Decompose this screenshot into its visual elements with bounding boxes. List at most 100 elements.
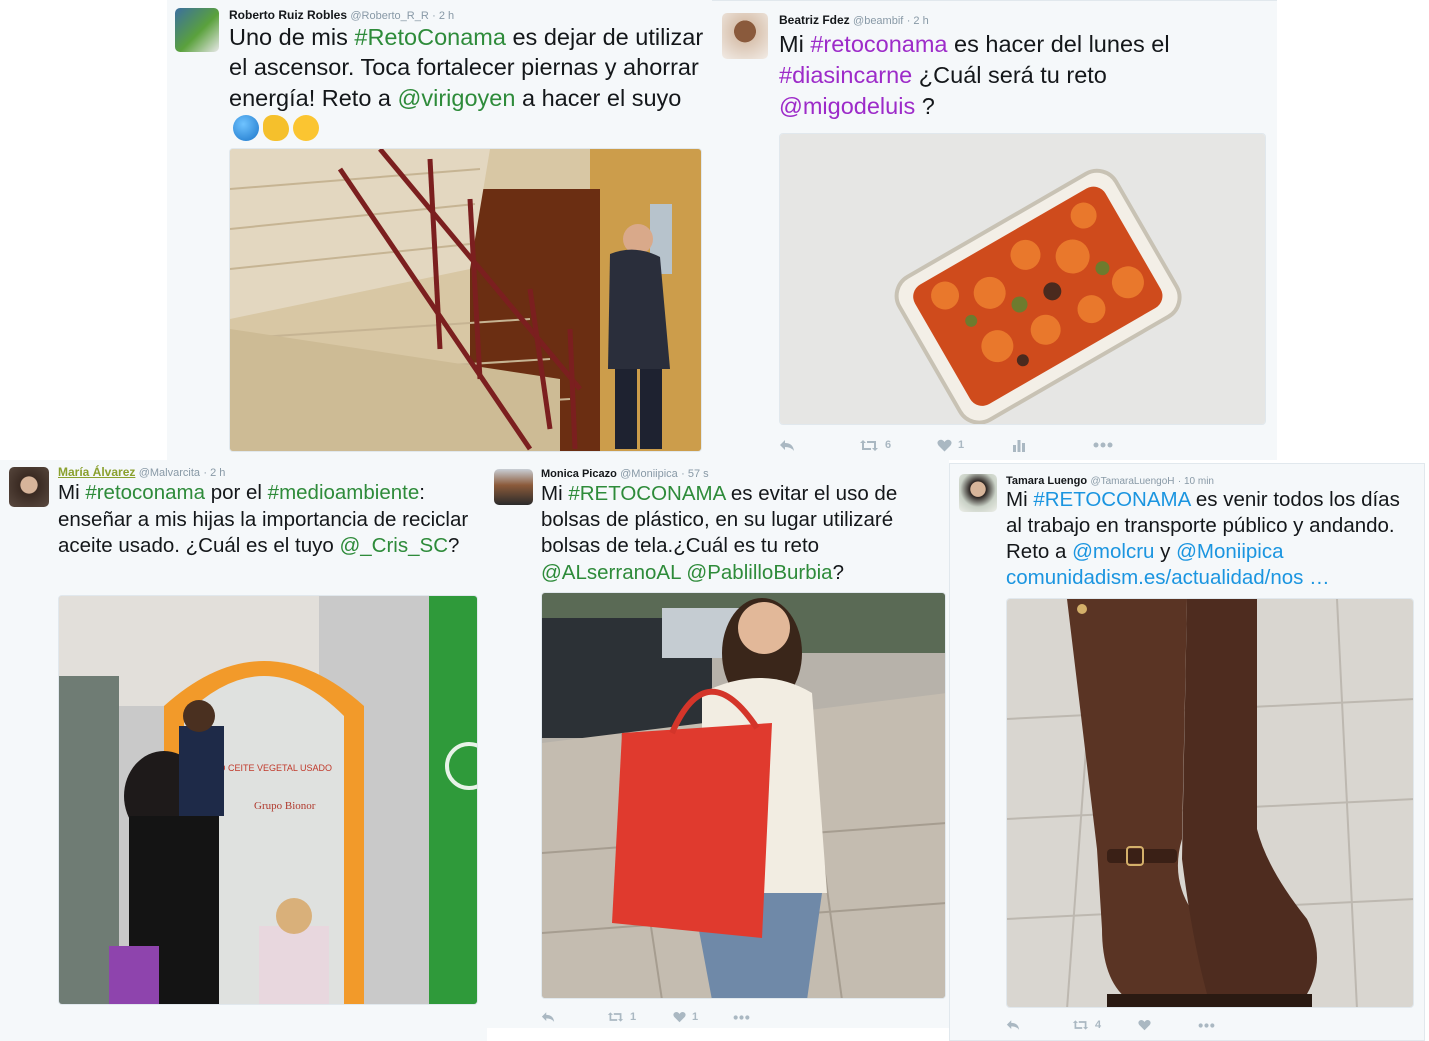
- mention-link[interactable]: @virigoyen: [398, 85, 516, 111]
- mention-link[interactable]: @molcru: [1072, 540, 1154, 563]
- heart-icon: [937, 439, 952, 451]
- avatar[interactable]: [175, 8, 219, 52]
- like-button[interactable]: 1: [673, 1011, 733, 1023]
- tweet-time[interactable]: · 57 s: [681, 468, 709, 480]
- hashtag-link[interactable]: #medioambiente: [268, 481, 420, 504]
- tweet-photo-stairs[interactable]: [229, 148, 702, 452]
- author-name[interactable]: Tamara Luengo: [1006, 475, 1087, 487]
- tweet-text-segment: Mi: [779, 31, 811, 57]
- retweet-button[interactable]: 1: [607, 1011, 673, 1023]
- tweet-text: Mi #retoconama por el #medioambiente: en…: [58, 480, 478, 560]
- like-button[interactable]: 1: [937, 439, 1013, 452]
- more-button[interactable]: [1198, 1022, 1215, 1028]
- avatar[interactable]: [722, 13, 768, 59]
- hashtag-link[interactable]: #retoconama: [85, 481, 205, 504]
- tweet-photo-recycling[interactable]: D CEITE VEGETAL USADO Grupo Bionor: [58, 595, 478, 1005]
- tweet-text: Uno de mis #RetoConama es dejar de utili…: [229, 22, 707, 143]
- heart-icon: [1138, 1020, 1151, 1031]
- tweet-beatriz: Beatriz Fdez @beambif · 2 h Mi #retocona…: [712, 0, 1277, 460]
- stairs-photo: [230, 149, 701, 451]
- mention-link[interactable]: @ALserranoAL: [541, 561, 681, 584]
- like-count: 1: [692, 1011, 699, 1023]
- like-count: 1: [958, 439, 965, 451]
- author-name[interactable]: Beatriz Fdez: [779, 13, 850, 27]
- tweet-tamara: Tamara Luengo @TamaraLuengoH · 10 min Mi…: [949, 463, 1425, 1041]
- tweet-photo-bag[interactable]: [541, 592, 946, 999]
- globe-emoji: [233, 114, 259, 141]
- tweet-text: Mi #RETOCONAMA es venir todos los días a…: [1006, 487, 1416, 591]
- retweet-button[interactable]: 4: [1072, 1019, 1138, 1031]
- mention-link[interactable]: @_Cris_SC: [339, 534, 448, 557]
- mention-link[interactable]: @Moniipica: [1176, 540, 1283, 563]
- more-button[interactable]: [733, 1014, 750, 1020]
- tweet-time[interactable]: · 2 h: [907, 15, 929, 27]
- tweet-photo-boots[interactable]: [1006, 598, 1414, 1008]
- retweet-icon: [860, 439, 878, 451]
- author-handle[interactable]: @Malvarcita: [139, 467, 200, 479]
- avatar[interactable]: [959, 474, 997, 512]
- tweet-text-segment: y: [1154, 540, 1177, 564]
- tweet-time[interactable]: · 2 h: [432, 10, 454, 22]
- reply-icon: [1006, 1020, 1020, 1030]
- heart-icon: [673, 1012, 686, 1023]
- tweet-photo-pasta[interactable]: [779, 133, 1266, 425]
- avatar[interactable]: [494, 469, 533, 505]
- retweet-icon: [607, 1012, 624, 1022]
- tweet-roberto: Roberto Ruiz Robles @Roberto_R_R · 2 h U…: [167, 0, 712, 460]
- hashtag-link[interactable]: #diasincarne: [779, 62, 912, 88]
- tweet-text-content: Mi #RETOCONAMA es venir todos los días a…: [1006, 488, 1400, 589]
- retweet-count: 6: [885, 439, 892, 451]
- tweet-actions: 1 1: [541, 1009, 801, 1025]
- hashtag-link[interactable]: #retoconama: [810, 31, 947, 57]
- more-icon: [1198, 1022, 1215, 1028]
- tweet-text-segment: es hacer del lunes el: [947, 31, 1170, 57]
- hashtag-link[interactable]: #RETOCONAMA: [1033, 488, 1190, 511]
- tweet-text-segment: Mi: [58, 481, 86, 504]
- tweet-time[interactable]: · 2 h: [203, 467, 225, 479]
- mention-link[interactable]: @PablilloBurbia: [686, 561, 832, 584]
- winking-face-emoji: [293, 114, 319, 141]
- bar-chart-icon: [1013, 439, 1025, 452]
- retweet-count: 4: [1095, 1019, 1102, 1031]
- tweet-text-segment: Uno de mis: [229, 24, 355, 50]
- author-handle[interactable]: @TamaraLuengoH: [1090, 476, 1174, 487]
- tweet-text-content: Mi #retoconama por el #medioambiente: en…: [58, 481, 468, 557]
- reply-button[interactable]: [1006, 1019, 1072, 1031]
- more-icon: [733, 1014, 750, 1020]
- tweet-text-segment: Mi: [1006, 488, 1034, 511]
- retweet-button[interactable]: 6: [859, 439, 937, 452]
- author-name[interactable]: Roberto Ruiz Robles: [229, 8, 347, 22]
- recycling-photo: D CEITE VEGETAL USADO Grupo Bionor: [59, 596, 477, 1004]
- tweet-text-content: Mi #retoconama es hacer del lunes el #di…: [779, 31, 1170, 119]
- avatar[interactable]: [9, 467, 49, 507]
- tweet-time[interactable]: · 10 min: [1178, 476, 1214, 487]
- author-handle[interactable]: @Moniipica: [620, 468, 678, 480]
- tweet-text: Mi #retoconama es hacer del lunes el #di…: [779, 29, 1239, 122]
- author-handle[interactable]: @beambif: [853, 15, 903, 27]
- tweet-actions: 6 1: [779, 437, 1119, 453]
- more-button[interactable]: [1093, 442, 1113, 448]
- tweet-text-segment: ¿Cuál será tu reto: [912, 62, 1107, 89]
- tweet-actions: 4: [1006, 1017, 1266, 1033]
- bag-photo: [542, 593, 945, 998]
- retweet-icon: [1072, 1020, 1089, 1030]
- like-button[interactable]: [1138, 1019, 1198, 1031]
- hashtag-link[interactable]: #RetoConama: [354, 24, 506, 50]
- reply-button[interactable]: [541, 1011, 607, 1023]
- tweet-text-content: Mi #RETOCONAMA es evitar el uso de bolsa…: [541, 482, 897, 584]
- boots-photo: [1007, 599, 1413, 1007]
- tweet-text: Mi #RETOCONAMA es evitar el uso de bolsa…: [541, 481, 941, 586]
- author-name[interactable]: Monica Picazo: [541, 468, 617, 480]
- analytics-button[interactable]: [1013, 439, 1093, 452]
- tweet-text-segment: ?: [448, 534, 460, 558]
- hashtag-link[interactable]: #RETOCONAMA: [568, 482, 725, 505]
- tweet-monica: Monica Picazo @Moniipica · 57 s Mi #RETO…: [487, 460, 949, 1028]
- reply-icon: [780, 439, 794, 451]
- reply-button[interactable]: [779, 439, 859, 452]
- tweet-text-segment: ?: [915, 93, 935, 120]
- author-name[interactable]: María Álvarez: [58, 465, 135, 479]
- pasta-photo: [780, 134, 1265, 424]
- mention-link[interactable]: @migodeluis: [779, 93, 915, 119]
- url-link[interactable]: comunidadism.es/actualidad/nos …: [1006, 566, 1330, 589]
- author-handle[interactable]: @Roberto_R_R: [350, 10, 428, 22]
